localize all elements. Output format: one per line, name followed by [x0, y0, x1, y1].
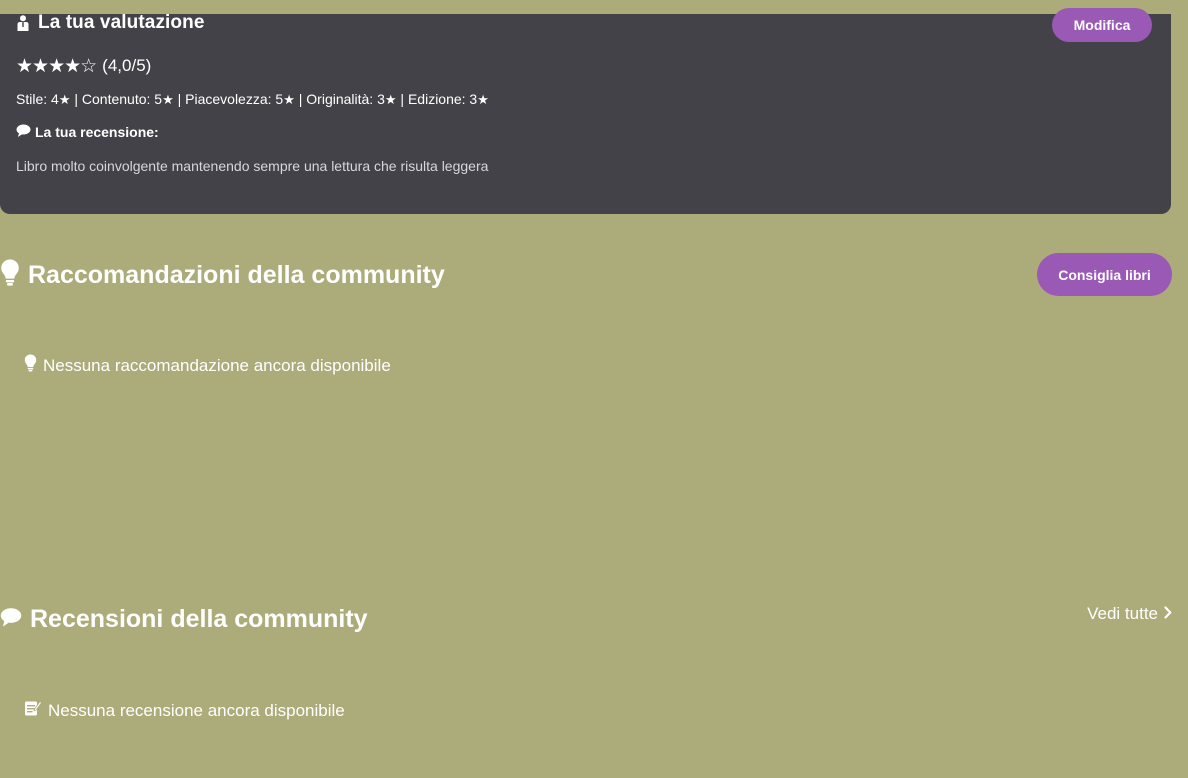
recommendations-empty: Nessuna raccomandazione ancora disponibi…	[24, 354, 391, 377]
recommendations-title: Raccomandazioni della community	[28, 260, 445, 289]
criteria-stile: Stile: 4★ |	[16, 91, 82, 108]
criteria-contenuto: Contenuto: 5★ |	[81, 91, 186, 108]
recommend-books-button[interactable]: Consiglia libri	[1037, 253, 1172, 296]
rating-criteria: Stile: 4★ | Contenuto: 5★ | Piacevolezza…	[16, 91, 489, 108]
rating-score: (4,0/5)	[102, 56, 152, 75]
review-label: La tua recensione:	[16, 124, 159, 140]
rating-title: La tua valutazione	[38, 12, 205, 33]
view-all-label: Vedi tutte	[1087, 604, 1158, 623]
review-text: Libro molto coinvolgente mantenendo semp…	[16, 158, 489, 174]
rating-header: La tua valutazione	[16, 12, 205, 34]
user-icon	[16, 15, 30, 31]
criteria-piacevolezza: Piacevolezza: 5★ |	[185, 91, 307, 108]
rating-card: La tua valutazione Modifica ★★★★☆ (4,0/5…	[0, 8, 1171, 214]
edit-rating-button[interactable]: Modifica	[1052, 8, 1152, 42]
recommendations-header: Raccomandazioni della community	[0, 259, 445, 291]
review-label-text: La tua recensione:	[35, 124, 159, 140]
lightbulb-icon	[24, 354, 37, 377]
edit-note-icon	[24, 699, 43, 722]
chevron-right-icon	[1164, 604, 1172, 624]
criteria-edizione: Edizione: 3★	[407, 91, 489, 108]
reviews-empty: Nessuna recensione ancora disponibile	[24, 699, 345, 722]
reviews-title: Recensioni della community	[30, 605, 368, 633]
recommendations-empty-text: Nessuna raccomandazione ancora disponibi…	[43, 355, 391, 375]
lightbulb-icon	[0, 259, 20, 291]
reviews-header: Recensioni della community	[0, 605, 368, 634]
criteria-originalita: Originalità: 3★ |	[306, 91, 408, 108]
reviews-empty-text: Nessuna recensione ancora disponibile	[48, 700, 345, 720]
view-all-reviews-link[interactable]: Vedi tutte	[1087, 604, 1172, 624]
comment-icon	[0, 607, 22, 632]
comment-icon	[16, 124, 31, 140]
rating-stars-row: ★★★★☆ (4,0/5)	[16, 56, 151, 76]
rating-stars: ★★★★☆	[16, 55, 97, 77]
